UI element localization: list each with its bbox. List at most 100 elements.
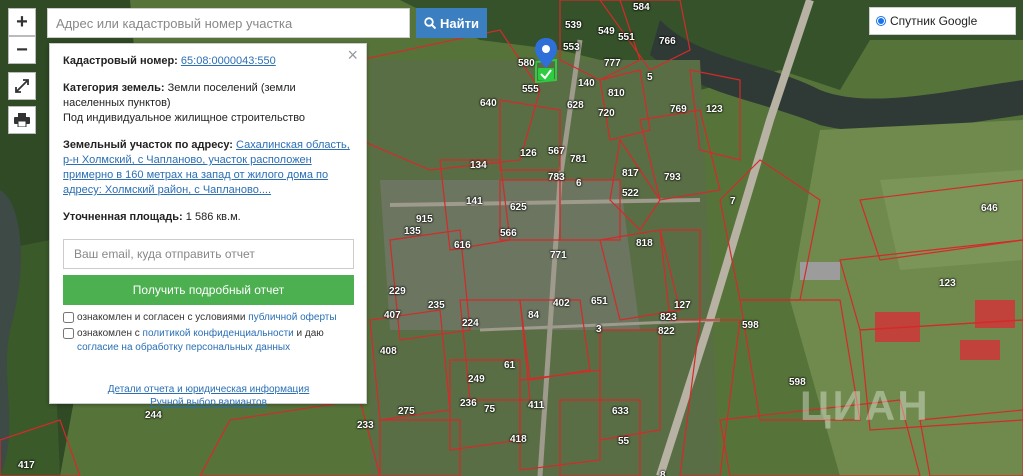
area-label: Уточненная площадь: bbox=[63, 211, 183, 223]
parcel-number: 783 bbox=[548, 172, 565, 183]
parcel-number: 135 bbox=[404, 226, 421, 237]
parcel-number: 567 bbox=[548, 146, 565, 157]
parcel-number: 769 bbox=[670, 104, 687, 115]
parcel-number: 793 bbox=[664, 172, 681, 183]
address-label: Земельный участок по адресу: bbox=[63, 139, 233, 151]
parcel-number: 818 bbox=[636, 238, 653, 249]
parcel-number: 224 bbox=[462, 318, 479, 329]
parcel-number: 5 bbox=[647, 72, 653, 83]
printer-icon bbox=[14, 113, 30, 127]
privacy-text-2: и даю bbox=[296, 328, 324, 339]
parcel-number: 407 bbox=[384, 310, 401, 321]
close-icon[interactable]: × bbox=[347, 46, 358, 64]
radio-selected-icon bbox=[876, 16, 886, 26]
search-button[interactable]: Найти bbox=[416, 8, 487, 38]
parcel-number: 236 bbox=[460, 398, 477, 409]
search-input[interactable] bbox=[47, 8, 410, 38]
offer-consent-text: ознакомлен и согласен с условиями публич… bbox=[77, 311, 337, 325]
parcel-info-panel: × Кадастровый номер: 65:08:0000043:550 К… bbox=[49, 43, 367, 408]
privacy-policy-link[interactable]: политикой конфиденциальности bbox=[143, 328, 294, 339]
parcel-number: 584 bbox=[633, 2, 650, 13]
zoom-out-button[interactable]: − bbox=[8, 36, 36, 64]
parcel-number: 418 bbox=[510, 434, 527, 445]
parcel-number: 6 bbox=[576, 178, 582, 189]
parcel-number: 123 bbox=[706, 104, 723, 115]
watermark: ЦИАН bbox=[800, 382, 930, 429]
parcel-number: 127 bbox=[674, 300, 691, 311]
category-label: Категория земель: bbox=[63, 82, 165, 94]
parcel-number: 640 bbox=[480, 98, 497, 109]
parcel-number: 141 bbox=[466, 196, 483, 207]
offer-checkbox[interactable] bbox=[63, 312, 74, 323]
parcel-number: 823 bbox=[660, 312, 677, 323]
parcel-number: 140 bbox=[578, 78, 595, 89]
parcel-number: 522 bbox=[622, 188, 639, 199]
parcel-number: 553 bbox=[563, 42, 580, 53]
parcel-number: 580 bbox=[518, 58, 535, 69]
parcel-number: 539 bbox=[565, 20, 582, 31]
parcel-number: 3 bbox=[596, 324, 602, 335]
parcel-number: 84 bbox=[528, 310, 540, 321]
parcel-number: 417 bbox=[18, 460, 35, 471]
parcel-number: 646 bbox=[981, 203, 998, 214]
parcel-number: 229 bbox=[389, 286, 406, 297]
parcel-number: 817 bbox=[622, 168, 639, 179]
parcel-number: 551 bbox=[618, 32, 635, 43]
parcel-number: 233 bbox=[357, 420, 374, 431]
public-offer-link[interactable]: публичной оферты bbox=[248, 312, 336, 323]
parcel-number: 408 bbox=[380, 346, 397, 357]
parcel-number: 55 bbox=[618, 436, 630, 447]
usage-value: Под индивидуальное жилищное строительств… bbox=[63, 112, 306, 124]
map-layer-select[interactable]: Спутник Google bbox=[869, 7, 1016, 35]
email-field[interactable] bbox=[63, 239, 354, 269]
cadastral-label: Кадастровый номер: bbox=[63, 55, 178, 67]
parcel-number: 126 bbox=[520, 148, 537, 159]
get-report-button[interactable]: Получить подробный отчет bbox=[63, 275, 354, 305]
parcel-number: 766 bbox=[659, 36, 676, 47]
parcel-number: 123 bbox=[939, 278, 956, 289]
layer-select-label: Спутник Google bbox=[890, 14, 978, 28]
privacy-consent-text: ознакомлен с политикой конфиденциальност… bbox=[77, 327, 324, 355]
privacy-checkbox[interactable] bbox=[63, 328, 74, 339]
parcel-number: 822 bbox=[658, 326, 675, 337]
parcel-number: 555 bbox=[522, 84, 539, 95]
offer-text: ознакомлен и согласен с условиями bbox=[77, 312, 246, 323]
print-button[interactable] bbox=[8, 106, 36, 134]
parcel-number: 915 bbox=[416, 214, 433, 225]
privacy-text: ознакомлен с bbox=[77, 328, 140, 339]
cadastral-number-link[interactable]: 65:08:0000043:550 bbox=[181, 55, 276, 67]
parcel-number: 275 bbox=[398, 406, 415, 417]
parcel-number: 625 bbox=[510, 202, 527, 213]
parcel-number: 244 bbox=[145, 410, 162, 421]
fullscreen-button[interactable] bbox=[8, 72, 36, 100]
parcel-number: 810 bbox=[608, 88, 625, 99]
report-details-link[interactable]: Детали отчета и юридическая информация bbox=[108, 384, 310, 395]
parcel-number: 598 bbox=[742, 320, 759, 331]
search-button-label: Найти bbox=[440, 15, 479, 31]
parcel-number: 651 bbox=[591, 296, 608, 307]
zoom-in-button[interactable]: + bbox=[8, 8, 36, 36]
expand-icon bbox=[15, 79, 29, 93]
parcel-number: 235 bbox=[428, 300, 445, 311]
parcel-number: 75 bbox=[484, 404, 496, 415]
parcel-number: 720 bbox=[598, 108, 615, 119]
parcel-number: 8 bbox=[660, 470, 666, 476]
parcel-number: 411 bbox=[528, 400, 545, 411]
parcel-number: 549 bbox=[598, 26, 615, 37]
parcel-number: 616 bbox=[454, 240, 471, 251]
parcel-number: 777 bbox=[604, 58, 621, 69]
parcel-number: 249 bbox=[468, 374, 485, 385]
parcel-number: 134 bbox=[470, 160, 487, 171]
personal-data-consent-link[interactable]: согласие на обработку персональных данны… bbox=[77, 342, 290, 353]
parcel-number: 771 bbox=[550, 250, 567, 261]
parcel-number: 61 bbox=[504, 360, 516, 371]
parcel-number: 633 bbox=[612, 406, 629, 417]
parcel-number: 781 bbox=[570, 154, 587, 165]
parcel-number: 402 bbox=[553, 298, 570, 309]
parcel-number: 628 bbox=[567, 100, 584, 111]
search-icon bbox=[424, 17, 437, 29]
manual-selection-link[interactable]: Ручной выбор вариантов bbox=[150, 397, 267, 408]
parcel-number: 7 bbox=[730, 196, 736, 207]
area-value: 1 586 кв.м. bbox=[185, 211, 241, 223]
parcel-number: 566 bbox=[500, 228, 517, 239]
